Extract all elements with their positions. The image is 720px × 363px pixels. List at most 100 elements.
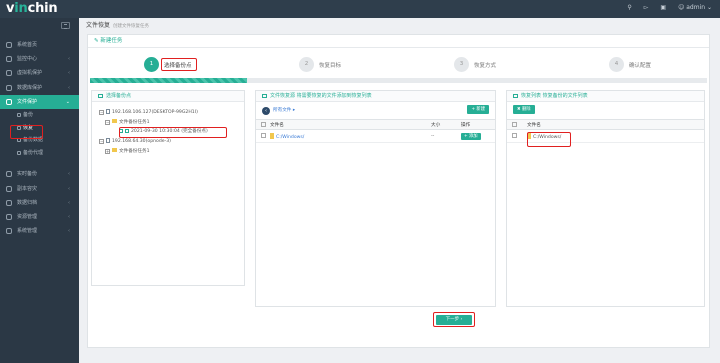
col-filename: 文件名: [270, 119, 431, 130]
back-button[interactable]: ‹: [262, 107, 270, 115]
breadcrumb[interactable]: 所有文件 ▸: [273, 107, 295, 115]
step-label: 确认配置: [629, 62, 652, 69]
agent-icon: [17, 150, 21, 155]
chevron-icon: ‹: [68, 84, 70, 91]
sidebar-item-home[interactable]: 系统首页: [0, 38, 79, 52]
chevron-icon: ‹: [68, 228, 70, 235]
clock-icon: [98, 94, 103, 98]
collapse-icon[interactable]: −: [99, 110, 104, 115]
chevron-down-icon: ⌄: [65, 98, 70, 105]
select-all-checkbox[interactable]: [512, 121, 517, 127]
new-button[interactable]: + 新建: [467, 105, 489, 114]
row-checkbox[interactable]: [512, 133, 517, 138]
vm-icon: [6, 70, 12, 77]
page-title: 文件恢复 创建文件恢复任务: [86, 22, 150, 29]
card-title: ✎ 新建任务: [88, 35, 709, 48]
restore-list-panel: 恢复列表 恢复备份的文件列表 ✖ 删除 文件名 C:/Windows/: [506, 90, 705, 307]
step-2[interactable]: 2 恢复目标: [299, 57, 341, 72]
step-number: 1: [144, 57, 159, 72]
copy-icon: [6, 185, 12, 192]
tree-node-job1[interactable]: − 文件备份任务1: [99, 118, 208, 128]
step-3[interactable]: 3 恢复方式: [454, 57, 496, 72]
tree-node-host2[interactable]: −192.168.64.30(opnode-3): [99, 137, 208, 147]
task-card: ✎ 新建任务 1 选择备份点 2 恢复目标 3 恢复方式 4 确认配置 选择备份点 −1…: [87, 34, 710, 348]
sidebar-item-file-protect[interactable]: 文件保护 ⌄: [0, 94, 79, 109]
search-icon[interactable]: ⚲: [627, 4, 631, 11]
step-label: 恢复方式: [474, 62, 497, 69]
monitor-icon[interactable]: ▣: [660, 4, 666, 11]
sidebar-item-label: 监控中心: [17, 56, 38, 63]
step-label: 恢复目标: [319, 62, 342, 69]
highlight-backup-point: [119, 127, 227, 138]
wizard-progress: [90, 78, 707, 83]
step-4[interactable]: 4 确认配置: [609, 57, 651, 72]
step-number: 3: [454, 57, 469, 72]
highlight-restore-item: [527, 132, 571, 147]
sidebar-item-label: 系统管理: [17, 228, 38, 235]
sidebar-item-label: 实时备份: [17, 171, 38, 178]
resource-icon: [6, 213, 12, 220]
user-menu[interactable]: ☺ admin ⌄: [678, 4, 712, 11]
row-checkbox[interactable]: [261, 133, 266, 138]
backup-icon: [17, 112, 21, 117]
sidebar-item-label: 系统首页: [17, 42, 38, 48]
sidebar-item-label: 资源管理: [17, 213, 38, 220]
collapse-icon[interactable]: −: [105, 119, 110, 125]
panel-title: 选择备份点: [92, 91, 244, 102]
add-button[interactable]: + 添加: [461, 132, 481, 140]
page-subtitle: 创建文件恢复任务: [113, 24, 150, 29]
sidebar-item-label: 虚拟机保护: [17, 70, 43, 77]
sidebar-item-system[interactable]: 系统管理 ‹: [0, 224, 79, 238]
archive-icon: [6, 199, 12, 206]
sidebar: 系统首页 监控中心 ‹ 虚拟机保护 ‹ 数据库保护 ‹ 文件保护 ⌄ 备份 恢复 备份数…: [0, 18, 79, 363]
sidebar-collapse-icon[interactable]: [61, 22, 70, 29]
collapse-icon[interactable]: −: [99, 139, 104, 145]
sidebar-item-db-protect[interactable]: 数据库保护 ‹: [0, 81, 79, 95]
source-table: 文件名 大小 操作 C:/Windows/ -- + 添加: [256, 119, 495, 143]
sidebar-item-resource[interactable]: 资源管理 ‹: [0, 210, 79, 224]
delete-button[interactable]: ✖ 删除: [513, 105, 535, 114]
sidebar-item-vm-protect[interactable]: 虚拟机保护 ‹: [0, 66, 79, 80]
table-row: C:/Windows/ -- + 添加: [256, 129, 495, 143]
tree-node-job2[interactable]: + 文件备份任务1: [99, 147, 208, 157]
sidebar-item-replica[interactable]: 副本容灾 ‹: [0, 182, 79, 196]
top-bar: vinchin ⚲ ▻ ▣ ☺ admin ⌄: [0, 0, 720, 18]
clock-icon: [6, 171, 12, 178]
file-icon: [6, 98, 12, 105]
select-all-checkbox[interactable]: [261, 121, 266, 127]
expand-icon[interactable]: +: [105, 148, 110, 154]
folder-icon: [270, 132, 274, 139]
sidebar-item-realtime[interactable]: 实时备份 ‹: [0, 167, 79, 181]
sidebar-sub-label: 备份: [23, 111, 34, 118]
chevron-icon: ‹: [68, 199, 70, 206]
col-size: 大小: [431, 119, 461, 130]
home-icon: [6, 42, 12, 48]
user-icon: ☺: [678, 4, 685, 11]
sidebar-item-label: 数据库保护: [17, 84, 43, 91]
backup-point-panel: 选择备份点 −192.168.106.127(DESKTOP-99G2H1I) …: [91, 90, 245, 286]
bell-icon[interactable]: ▻: [644, 4, 649, 11]
sidebar-item-label: 数据归档: [17, 199, 38, 206]
file-name-link[interactable]: C:/Windows/: [276, 135, 304, 140]
monitor-icon: [6, 56, 12, 63]
sidebar-sub-backup[interactable]: 备份: [0, 109, 79, 122]
database-icon: [6, 84, 12, 91]
sidebar-item-monitor[interactable]: 监控中心 ‹: [0, 52, 79, 66]
tree-node-host1[interactable]: −192.168.106.127(DESKTOP-99G2H1I): [99, 108, 208, 118]
server-icon: [106, 138, 110, 144]
folder-icon: [112, 119, 117, 124]
server-icon: [106, 109, 110, 114]
col-action: 操作: [461, 119, 495, 130]
step-number: 4: [609, 57, 624, 72]
sidebar-sub-backup-agent[interactable]: 备份代理: [0, 147, 79, 160]
chevron-icon: ‹: [68, 70, 70, 77]
backup-tree: −192.168.106.127(DESKTOP-99G2H1I) − 文件备份任…: [99, 108, 227, 157]
col-filename: 文件名: [527, 119, 704, 130]
sidebar-item-archive[interactable]: 数据归档 ‹: [0, 196, 79, 210]
main-content: 文件恢复 创建文件恢复任务 ✎ 新建任务 1 选择备份点 2 恢复目标 3 恢复方式 4…: [79, 18, 720, 363]
vinchin-logo[interactable]: vinchin: [6, 1, 58, 16]
highlight-next: [433, 312, 475, 327]
chevron-icon: ‹: [68, 185, 70, 192]
list-icon: [513, 94, 518, 98]
sidebar-item-label: 副本容灾: [17, 185, 38, 192]
